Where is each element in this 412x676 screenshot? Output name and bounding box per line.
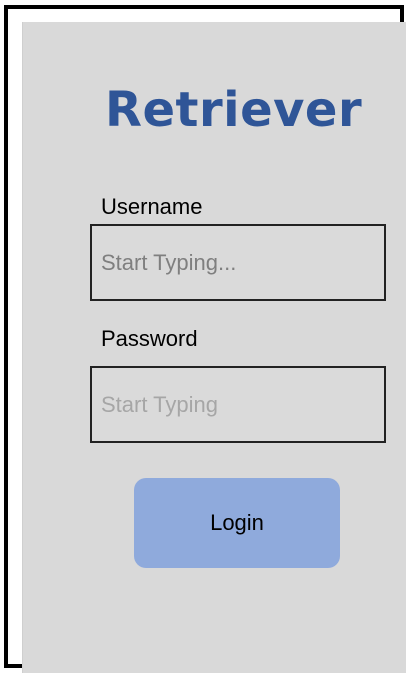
app-logo-title: Retriever [105, 82, 363, 138]
username-label: Username [101, 194, 203, 219]
login-screen: Retriever Username Password Login [22, 22, 406, 673]
password-input[interactable] [90, 366, 386, 443]
password-label: Password [101, 326, 198, 351]
login-button[interactable]: Login [134, 478, 340, 568]
username-input[interactable] [90, 224, 386, 301]
